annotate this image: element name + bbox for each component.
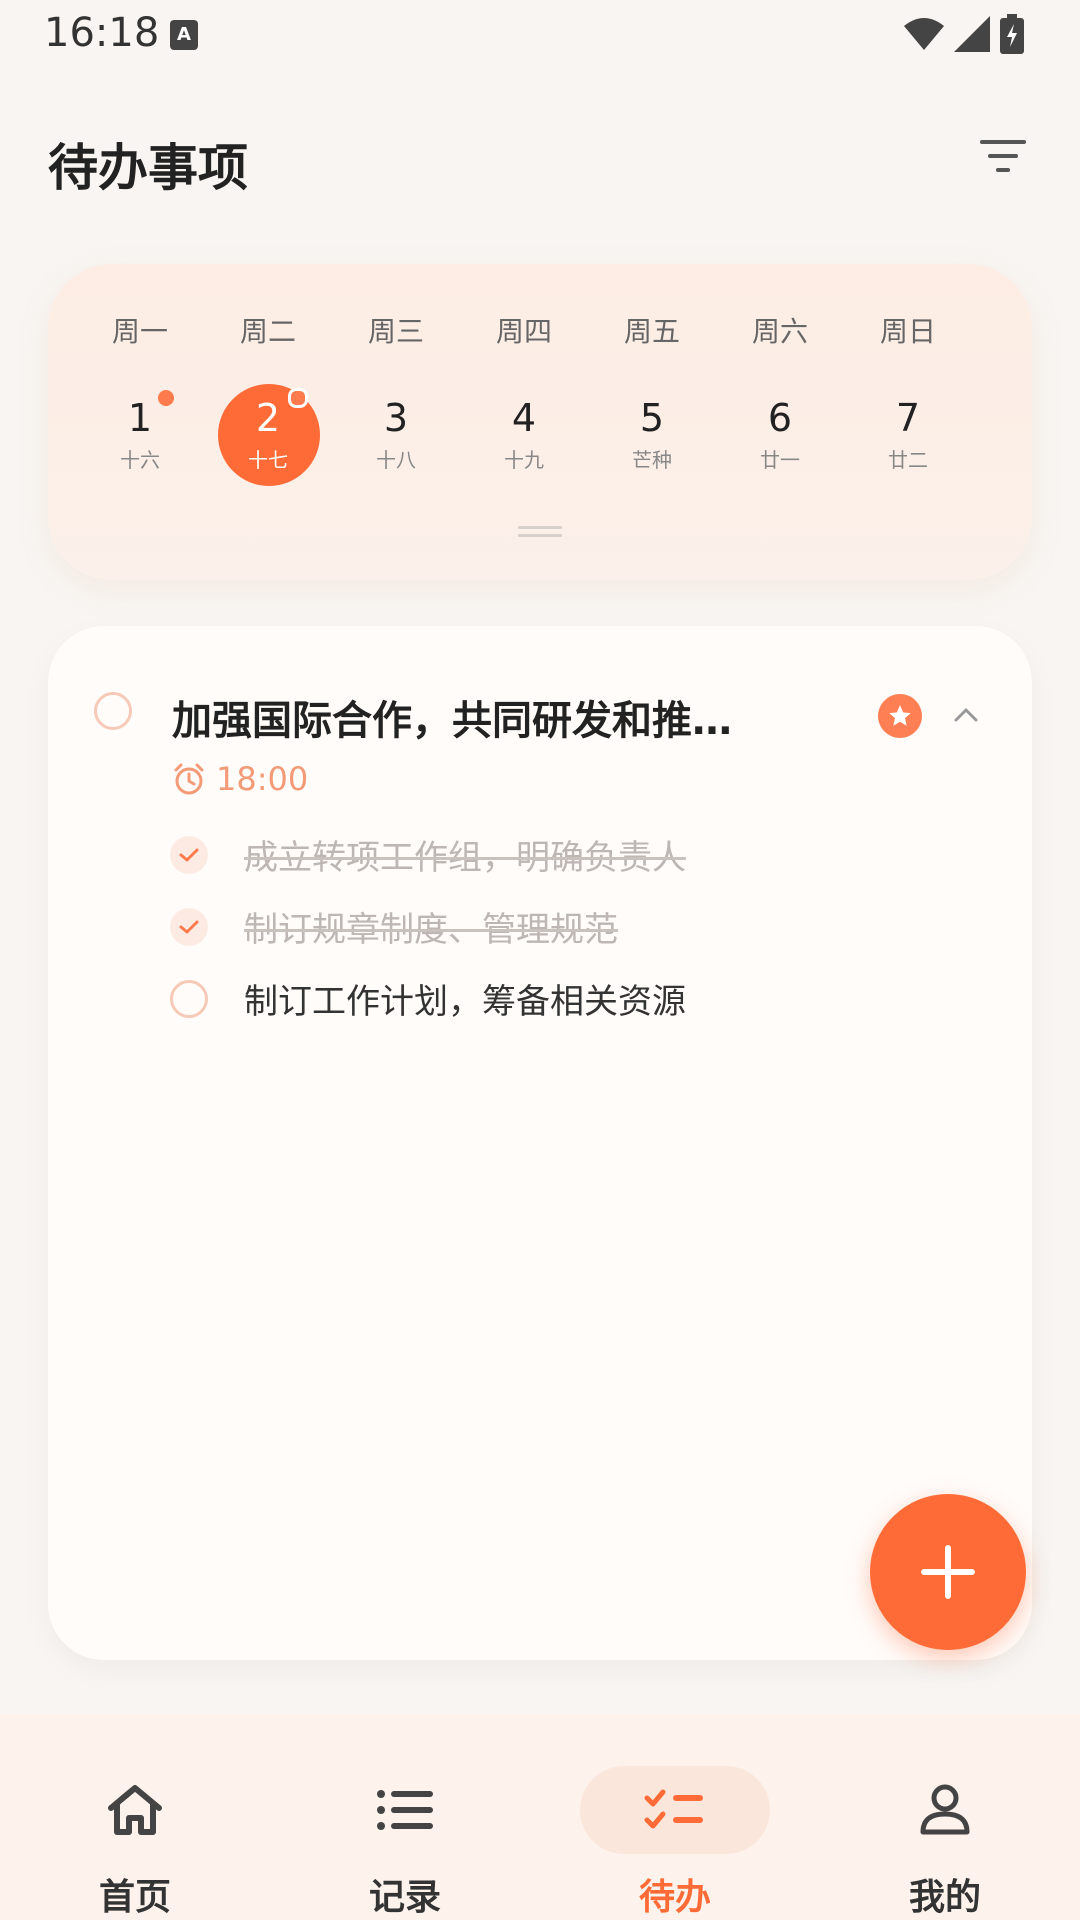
- collapse-chevron-icon[interactable]: [950, 700, 982, 732]
- subtask-text: 制订规章制度、管理规范: [244, 910, 618, 950]
- nav-label: 记录: [368, 1877, 441, 1918]
- add-task-button[interactable]: [870, 1494, 1026, 1650]
- alarm-clock-icon: [174, 763, 204, 795]
- date-cell[interactable]: 1 十六: [76, 384, 204, 486]
- weekday-label: 周六: [751, 315, 808, 348]
- nav-records[interactable]: 记录: [270, 1714, 540, 1920]
- weekday-label: 周一: [111, 315, 168, 348]
- filter-icon: [980, 140, 1026, 172]
- filter-button[interactable]: [974, 134, 1034, 178]
- nav-label: 待办: [638, 1877, 711, 1918]
- bottom-navigation: 首页 记录 待办 我的: [0, 1714, 1080, 1920]
- list-icon: [377, 1790, 433, 1830]
- page-title: 待办事项: [48, 139, 248, 197]
- task-title[interactable]: 加强国际合作，共同研发和推广先进技术: [172, 688, 762, 746]
- date-number: 7: [895, 395, 921, 440]
- date-number: 6: [767, 395, 793, 440]
- check-icon: [179, 848, 199, 861]
- status-bar: 16:18 A: [0, 0, 1080, 70]
- weekday-row: 周一 周二 周三 周四 周五 周六 周日: [76, 310, 1016, 350]
- nav-icon-wrap: [310, 1766, 500, 1854]
- date-number: 3: [383, 395, 409, 440]
- subtask-item[interactable]: 制订工作计划，筹备相关资源: [170, 974, 686, 1023]
- weekday-label: 周二: [239, 315, 296, 348]
- subtask-checkbox-checked[interactable]: [170, 835, 208, 874]
- nav-profile[interactable]: 我的: [810, 1714, 1080, 1920]
- task-card: 加强国际合作，共同研发和推广先进技术 18:00 成立转项工作组，明确负责人 制…: [48, 626, 1032, 1660]
- weekday-label: 周日: [879, 315, 936, 348]
- week-calendar: 周一 周二 周三 周四 周五 周六 周日 1 十六 2 十七 3 十八 4 十九…: [48, 264, 1032, 580]
- nav-icon-wrap: [580, 1766, 770, 1854]
- subtask-checkbox[interactable]: [170, 979, 208, 1018]
- nav-icon-wrap: [850, 1766, 1040, 1854]
- check-icon: [179, 920, 199, 933]
- profile-icon: [920, 1784, 970, 1835]
- star-icon: [889, 705, 911, 726]
- weekday-label: 周四: [495, 315, 552, 348]
- status-icons: [904, 14, 1024, 54]
- date-number: 4: [511, 395, 537, 440]
- input-method-icon: A: [170, 20, 198, 50]
- task-time-text: 18:00: [216, 760, 309, 798]
- nav-label: 首页: [98, 1877, 171, 1918]
- date-number: 5: [639, 395, 665, 440]
- date-cell[interactable]: 7 廿二: [844, 384, 972, 486]
- nav-home[interactable]: 首页: [0, 1714, 270, 1920]
- date-cell-selected[interactable]: 2 十七: [204, 384, 332, 486]
- task-checkbox[interactable]: [94, 692, 132, 730]
- priority-star-badge[interactable]: [878, 694, 922, 738]
- date-cell[interactable]: 4 十九: [460, 384, 588, 486]
- task-dot: [158, 390, 174, 406]
- todo-icon: [644, 1789, 703, 1829]
- nav-icon-wrap: [40, 1766, 230, 1854]
- task-dot: [288, 388, 308, 408]
- lunar-date: 十六: [120, 447, 160, 472]
- home-icon: [108, 1785, 162, 1835]
- date-number: 2: [255, 395, 281, 440]
- nav-label: 我的: [908, 1877, 981, 1918]
- battery-icon: [1000, 14, 1024, 54]
- weekday-label: 周五: [623, 315, 680, 348]
- lunar-date: 廿二: [888, 447, 928, 472]
- date-number: 1: [127, 395, 153, 440]
- lunar-date: 十七: [248, 447, 288, 472]
- nav-todo[interactable]: 待办: [540, 1714, 810, 1920]
- lunar-date: 芒种: [632, 447, 672, 472]
- date-row: 1 十六 2 十七 3 十八 4 十九 5 芒种 6 廿一 7 廿二: [76, 384, 1016, 486]
- subtask-item[interactable]: 制订规章制度、管理规范: [170, 902, 618, 951]
- lunar-date: 廿一: [760, 447, 800, 472]
- subtask-checkbox-checked[interactable]: [170, 907, 208, 946]
- date-cell[interactable]: 3 十八: [332, 384, 460, 486]
- signal-icon: [954, 16, 990, 52]
- task-reminder: 18:00: [172, 760, 308, 798]
- wifi-icon: [904, 18, 944, 50]
- date-cell[interactable]: 6 廿一: [716, 384, 844, 486]
- subtask-item[interactable]: 成立转项工作组，明确负责人: [170, 830, 686, 879]
- subtask-text: 制订工作计划，筹备相关资源: [244, 982, 686, 1022]
- plus-icon: [921, 1545, 975, 1599]
- weekday-label: 周三: [367, 315, 424, 348]
- expand-handle[interactable]: [518, 526, 562, 538]
- date-cell[interactable]: 5 芒种: [588, 384, 716, 486]
- lunar-date: 十八: [376, 447, 416, 472]
- subtask-text: 成立转项工作组，明确负责人: [244, 838, 686, 878]
- status-time: 16:18: [44, 10, 160, 56]
- lunar-date: 十九: [504, 447, 544, 472]
